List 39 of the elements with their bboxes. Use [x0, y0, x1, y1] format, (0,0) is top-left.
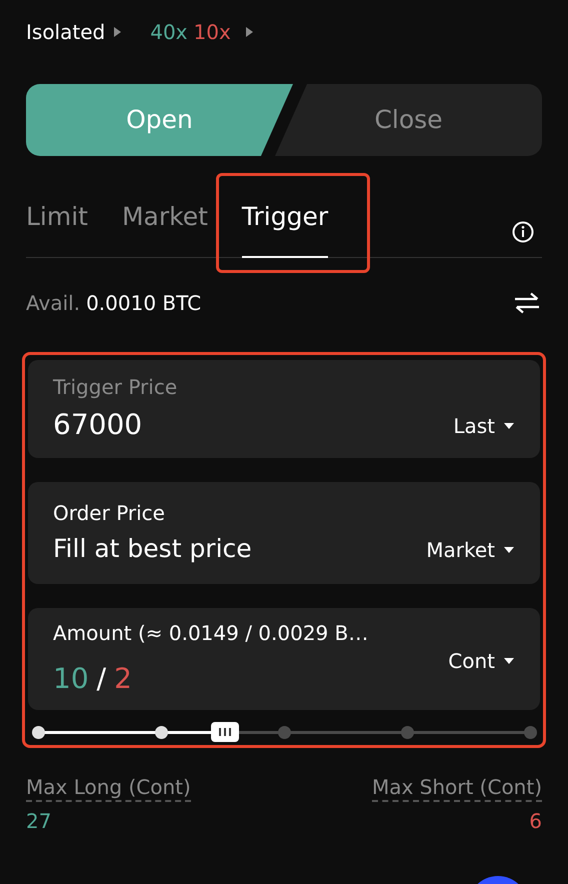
slider-stop[interactable] — [401, 726, 414, 739]
slider-handle[interactable] — [210, 722, 239, 742]
unit-dropdown[interactable]: Last — [453, 411, 515, 441]
input-field[interactable]: Order Price Fill at best price Market — [28, 482, 540, 584]
order-type-tab[interactable]: Market — [122, 177, 208, 257]
input-field[interactable]: Trigger Price 67000 Last — [28, 360, 540, 458]
slider-stop[interactable] — [155, 726, 168, 739]
short-amount: 2 — [114, 661, 132, 697]
max-label[interactable]: Max Short (Cont) — [372, 774, 542, 802]
max-label[interactable]: Max Long (Cont) — [26, 774, 191, 802]
caret-icon — [503, 422, 515, 430]
field-label: Amount (≈ 0.0149 / 0.0029 B… — [53, 620, 370, 647]
caret-icon — [244, 26, 254, 38]
leverage-selector[interactable]: 40x 10x — [150, 17, 254, 47]
field-label: Order Price — [53, 500, 166, 528]
available-label: Avail. — [26, 290, 80, 317]
caret-icon — [503, 546, 515, 554]
slider-stop[interactable] — [524, 726, 537, 739]
margin-mode-selector[interactable]: Isolated — [26, 17, 122, 47]
slider-stop[interactable] — [278, 726, 291, 739]
field-value: 67000 — [53, 407, 144, 443]
long-amount: 10 — [53, 661, 89, 697]
field-value: Fill at best price — [53, 533, 253, 566]
unit-dropdown[interactable]: Market — [426, 535, 515, 565]
max-value: 27 — [26, 808, 52, 835]
separator: / — [96, 661, 106, 697]
caret-icon — [503, 657, 515, 665]
available-balance: 0.0010 BTC — [86, 290, 202, 317]
order-type-tab[interactable]: Trigger — [242, 177, 328, 257]
max-value: 6 — [529, 808, 542, 835]
info-icon[interactable] — [512, 221, 534, 243]
input-field[interactable]: Amount (≈ 0.0149 / 0.0029 B… 10 / 2 Cont — [28, 608, 540, 710]
order-type-tab[interactable]: Limit — [26, 177, 88, 257]
slider-stop[interactable] — [32, 726, 45, 739]
close-tab[interactable]: Close — [275, 84, 542, 156]
unit-dropdown[interactable]: Cont — [448, 646, 515, 676]
field-label: Trigger Price — [53, 374, 178, 401]
caret-icon — [113, 26, 122, 38]
swap-icon[interactable] — [514, 292, 540, 314]
